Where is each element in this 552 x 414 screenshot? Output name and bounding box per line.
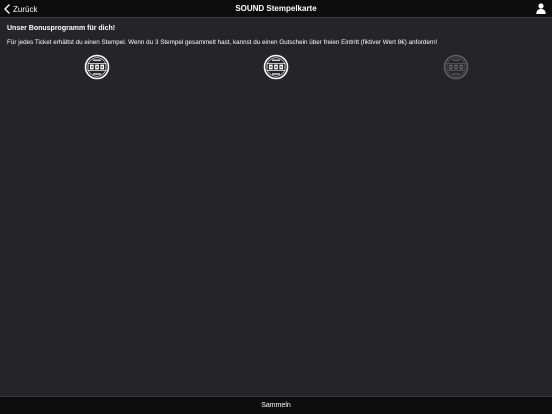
sound-stamp-icon — [84, 54, 110, 80]
back-label: Zurück — [13, 4, 38, 14]
user-icon[interactable] — [536, 3, 546, 14]
navigation-bar: Zurück SOUND Stempelkarte — [0, 0, 552, 18]
page-title: SOUND Stempelkarte — [235, 4, 317, 13]
sound-stamp-icon — [263, 54, 289, 80]
sound-stamp-icon — [443, 54, 469, 80]
collect-button[interactable]: Sammeln — [0, 397, 552, 414]
main-content: Unser Bonusprogramm für dich! Für jedes … — [0, 18, 552, 396]
bonus-heading: Unser Bonusprogramm für dich! — [7, 25, 116, 32]
back-button[interactable]: Zurück — [3, 0, 37, 18]
bottom-toolbar: Sammeln — [0, 396, 552, 414]
bonus-description: Für jedes Ticket erhältst du einen Stemp… — [7, 39, 438, 46]
chevron-left-icon — [4, 4, 10, 14]
